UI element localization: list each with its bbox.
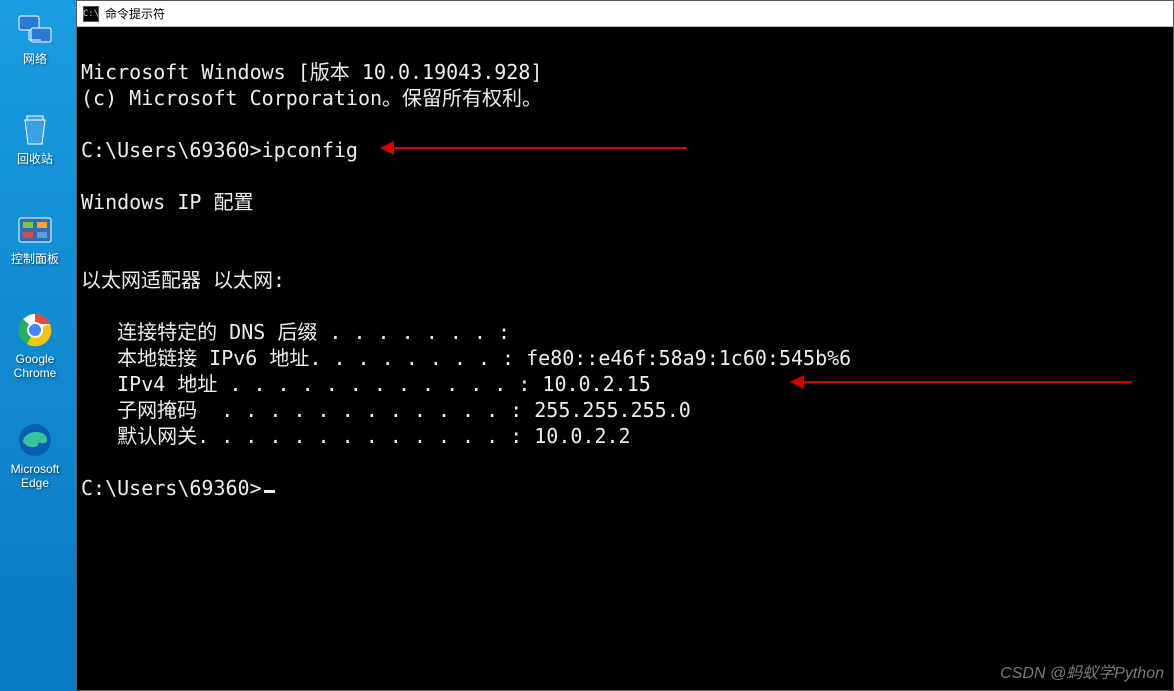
desktop-icon-label: 网络 [0,52,70,66]
desktop-icon-chrome[interactable]: Google Chrome [0,310,70,380]
term-line: 子网掩码 . . . . . . . . . . . . : 255.255.2… [81,398,691,422]
cursor [264,490,275,493]
title-bar[interactable]: C:\ 命令提示符 [77,1,1173,27]
edge-icon [15,420,55,460]
term-line-command: C:\Users\69360>ipconfig [81,138,358,162]
cmd-window-icon: C:\ [83,6,99,22]
term-line-ipv4: IPv4 地址 . . . . . . . . . . . . : 10.0.2… [81,372,651,396]
chrome-icon [15,310,55,350]
desktop-icon-label: 控制面板 [0,252,70,266]
desktop-icon-edge[interactable]: Microsoft Edge [0,420,70,490]
control-panel-icon [15,210,55,250]
annotation-arrow-command [387,147,687,149]
desktop-icon-recycle-bin[interactable]: 回收站 [0,110,70,166]
desktop-icon-label: Google Chrome [0,352,70,380]
desktop-icon-control-panel[interactable]: 控制面板 [0,210,70,266]
term-line: Microsoft Windows [版本 10.0.19043.928] [81,60,542,84]
term-line: (c) Microsoft Corporation。保留所有权利。 [81,86,542,110]
term-line: 默认网关. . . . . . . . . . . . . : 10.0.2.2 [81,424,631,448]
network-icon [15,10,55,50]
term-line: 连接特定的 DNS 后缀 . . . . . . . : [81,320,510,344]
desktop-icon-label: Microsoft Edge [0,462,70,490]
annotation-arrow-ipv4 [797,381,1132,383]
desktop-icon-label: 回收站 [0,152,70,166]
desktop-icon-network[interactable]: 网络 [0,10,70,66]
term-line: 以太网适配器 以太网: [81,268,285,292]
term-line-prompt: C:\Users\69360> [81,476,262,500]
watermark: CSDN @蚂蚁学Python [1000,659,1164,683]
terminal-output[interactable]: Microsoft Windows [版本 10.0.19043.928] (c… [77,27,1173,690]
term-line: 本地链接 IPv6 地址. . . . . . . . : fe80::e46f… [81,346,851,370]
term-line: Windows IP 配置 [81,190,253,214]
command-prompt-window: C:\ 命令提示符 Microsoft Windows [版本 10.0.190… [76,0,1174,691]
window-title: 命令提示符 [105,5,165,22]
recycle-bin-icon [15,110,55,150]
